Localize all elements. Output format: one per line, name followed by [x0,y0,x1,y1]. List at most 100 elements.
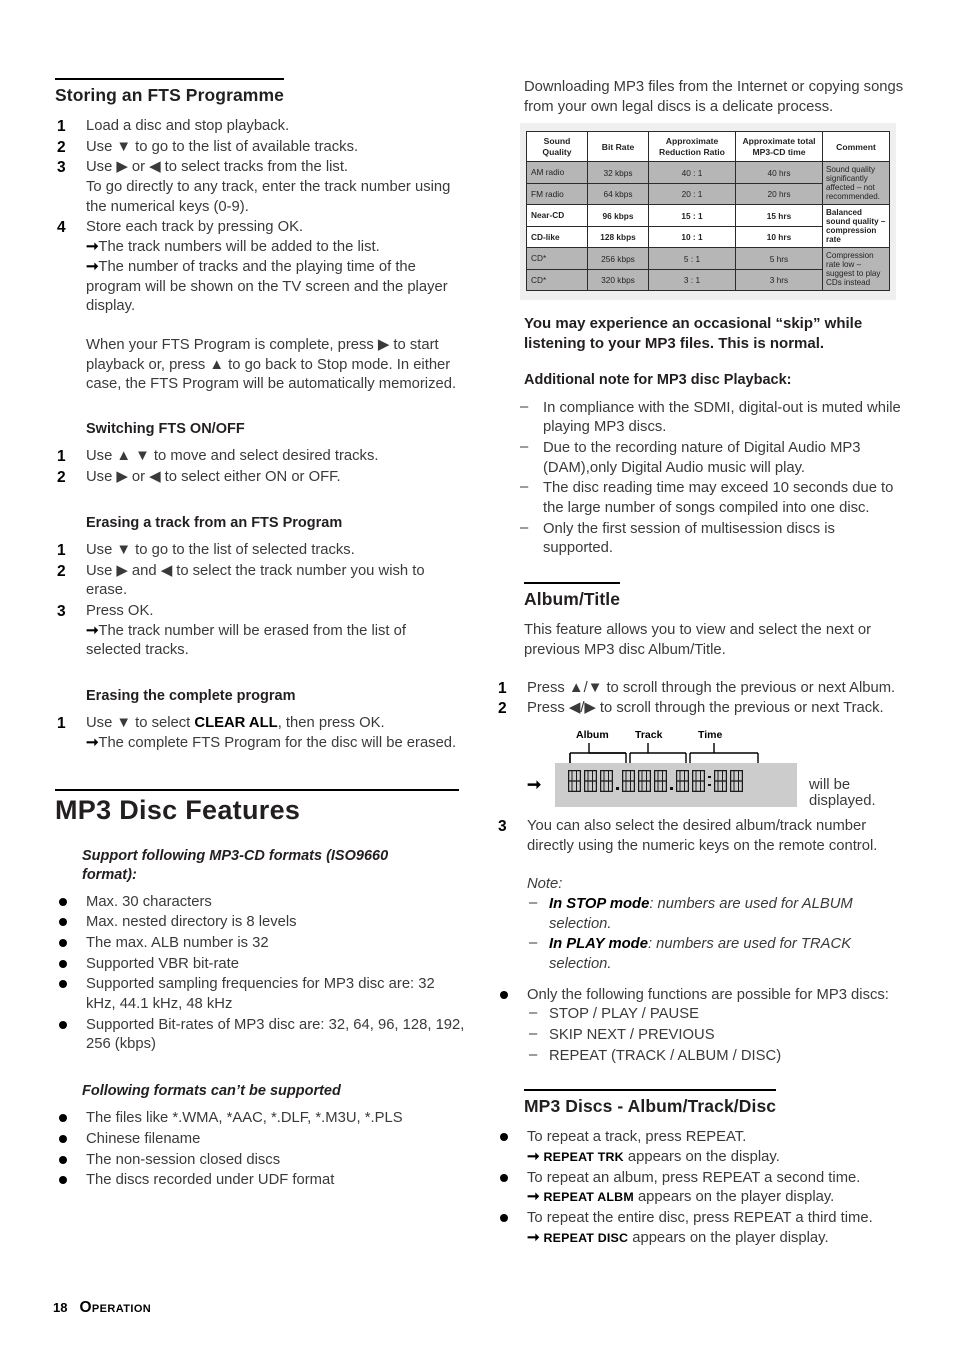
manual-page: Storing an FTS Programme 1 Load a disc a… [0,0,954,1351]
bullet-icon [59,1020,67,1029]
page-title: MP3 Disc Features [55,794,301,825]
cell-quality: CD* [526,268,588,292]
list-item: 3 You can also select the desired album/… [496,817,904,856]
list-item: The discs recorded under UDF format [55,1171,465,1191]
seven-segment-digit [638,769,651,792]
cell-ratio: 20 : 1 [648,182,736,206]
result-line: ➞The number of tracks and the playing ti… [86,258,465,317]
step-number: 2 [57,562,66,580]
bullet-icon [59,1134,67,1143]
step-text: Press OK. [86,603,154,619]
step-number: 2 [498,700,507,718]
player-display-graphic: Album Track Time ➞ will be displayed. [524,728,904,809]
seven-segment-digit [568,769,581,792]
seven-segment-digit [584,769,597,792]
step-text-post: , then press OK. [277,715,385,732]
list-item-text: Max. 30 characters [86,893,212,910]
list-item: 2 Use ▶ and ◀ to select the track number… [55,562,465,601]
cell-bitrate: 320 kbps [587,268,649,292]
dash-icon: – [529,1005,538,1022]
bullet-icon [500,1173,508,1182]
list-item: – Only the first session of multisession … [516,520,904,559]
list-item: The non-session closed discs [55,1151,465,1171]
album-title-steps: 1 Press ▲/▼ to scroll through the previo… [496,679,904,719]
table-row: Near-CD 96 kbps 15 : 1 15 hrs Balanced s… [526,204,890,249]
cell-ratio: 15 : 1 [648,204,736,227]
step-number: 3 [498,817,507,835]
list-item-text: To repeat a track, press REPEAT. [527,1129,747,1146]
switching-fts-steps: 1 Use ▲ ▼ to move and select desired tra… [55,447,465,487]
list-item: 2 Use ▼ to go to the list of available t… [55,138,465,158]
result-text: The track numbers will be added to the l… [98,239,380,256]
cell-time: 20 hrs [735,182,823,206]
result-line: ➞The track numbers will be added to the … [86,238,465,258]
list-item: Chinese filename [55,1130,465,1150]
step-text: Store each track by pressing OK. [86,219,304,236]
display-caption: will be displayed. [809,776,876,809]
list-item: – STOP / PLAY / PAUSE [527,1005,904,1025]
list-item: 1 Use ▼ to go to the list of selected tr… [55,541,465,561]
cell-bitrate: 32 kbps [587,161,649,184]
list-item-text: Max. nested directory is 8 levels [86,914,297,931]
list-item-text: Only the first session of multisession d… [543,520,835,557]
dash-icon: – [520,479,529,496]
display-separator-dot [670,770,673,792]
mp3-quality-table: Sound Quality Bit Rate Approximate Reduc… [526,131,890,292]
left-column: Storing an FTS Programme 1 Load a disc a… [55,78,465,1192]
cell-bitrate: 256 kbps [587,247,649,270]
bullet-icon [500,990,508,999]
col-header-comment: Comment [822,131,890,163]
cell-quality: CD* [526,247,588,270]
list-item-text: Supported sampling frequencies for MP3 d… [86,976,435,1013]
list-item-text: The files like *.WMA, *AAC, *.DLF, *.M3U… [86,1110,403,1127]
result-text: The complete FTS Program for the disc wi… [98,735,457,752]
note-label: Note: [527,876,563,893]
dash-icon: – [529,1025,538,1042]
col-header-bit-rate: Bit Rate [587,131,649,163]
table-header-row: Sound Quality Bit Rate Approximate Reduc… [526,131,890,163]
step-text: Use ▼ to go to the list of available tra… [86,138,359,155]
cell-time: 15 hrs [735,204,823,227]
list-item: 2 Use ▶ or ◀ to select either ON or OFF. [55,468,465,488]
storing-fts-paragraph: When your FTS Program is complete, press… [86,336,457,393]
step-text: Load a disc and stop playback. [86,118,290,135]
switching-fts-heading: Switching FTS ON/OFF [86,420,245,437]
step-text: Use ▶ or ◀ to select tracks from the lis… [86,159,349,176]
step-text: Press ▲/▼ to scroll through the previous… [527,679,896,696]
result-line: ➞ REPEAT TRK appears on the display. [527,1148,904,1168]
bracket-svg [569,742,759,763]
bullet-icon [59,939,67,948]
list-item-text: REPEAT (TRACK / ALBUM / DISC) [549,1047,782,1064]
display-label-album: Album [576,728,609,741]
display-digits [568,769,743,792]
arrow-icon: ➞ [527,774,542,794]
step-text: Use ▶ or ◀ to select either ON or OFF. [86,468,341,485]
mp3-quality-table-wrap: Sound Quality Bit Rate Approximate Reduc… [520,123,896,301]
list-item-text: The disc reading time may exceed 10 seco… [543,480,894,517]
seven-segment-digit [714,769,727,792]
list-item: Supported sampling frequencies for MP3 d… [55,975,465,1014]
album-title-intro: This feature allows you to view and sele… [524,622,872,658]
cell-comment: Balanced sound quality – compression rat… [822,204,890,249]
cell-bitrate: 96 kbps [587,204,649,227]
mp3-discs-list: To repeat a track, press REPEAT. ➞ REPEA… [496,1128,904,1248]
support-formats-list: Max. 30 characters Max. nested directory… [55,893,465,1055]
step-number: 1 [498,679,507,697]
bullet-icon [500,1133,508,1142]
step-text: Use ▼ to go to the list of selected trac… [86,541,355,558]
list-item: Only the following functions are possibl… [496,986,904,1067]
step-number: 4 [57,219,66,237]
result-line: ➞ REPEAT DISC appears on the player disp… [527,1229,904,1249]
list-item: – Due to the recording nature of Digital … [516,439,904,478]
note-list: – In STOP mode: numbers are used for ALBU… [527,895,904,975]
unsupported-formats-heading: Following formats can’t be supported [82,1083,341,1100]
arrow-icon: ➞ [527,1189,540,1206]
right-column: Downloading MP3 files from the Internet … [496,78,904,1249]
cell-ratio: 40 : 1 [648,161,736,184]
list-item: 3 Use ▶ or ◀ to select tracks from the l… [55,158,465,217]
seven-segment-digit [730,769,743,792]
cell-time: 10 hrs [735,225,823,249]
list-item: 1 Press ▲/▼ to scroll through the previo… [496,679,904,699]
additional-note-heading: Additional note for MP3 disc Playback: [524,372,792,389]
list-item-text: The non-session closed discs [86,1151,281,1168]
